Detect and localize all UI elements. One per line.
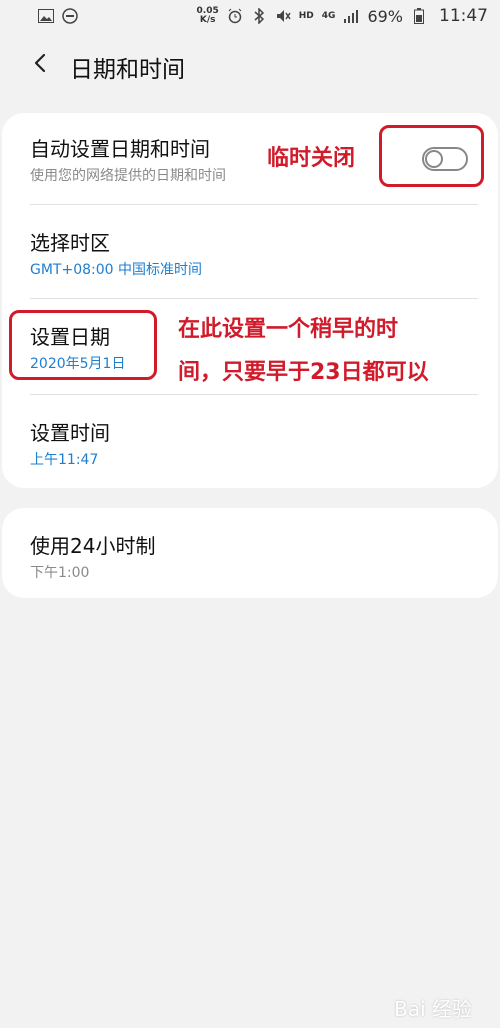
status-bar-right: 0.05 K/s HD 4G 69% 11:47 [197,6,488,26]
network-type: 4G [321,10,336,21]
auto-datetime-subtitle: 使用您的网络提供的日期和时间 [30,168,226,184]
date-annotation-line1: 在此设置一个稍早的时 [178,317,399,342]
date-annotation-line2: 间，只要早于23日都可以 [178,360,429,385]
toggle-annotation-box [379,125,484,187]
format-card: 使用24小时制 下午1:00 [2,508,498,598]
clock: 11:47 [439,6,488,26]
auto-datetime-title: 自动设置日期和时间 [30,137,210,161]
image-notification-icon [38,8,54,24]
format-24h-row[interactable]: 使用24小时制 下午1:00 [2,508,498,598]
format-24h-title: 使用24小时制 [30,534,156,558]
page-title: 日期和时间 [70,57,185,83]
set-time-title: 设置时间 [30,421,110,445]
date-annotation-box [9,310,157,380]
bluetooth-icon [251,8,267,24]
status-bar-left [38,8,78,24]
format-24h-value: 下午1:00 [30,565,90,581]
mute-icon [275,8,291,24]
timezone-value: GMT+08:00 中国标准时间 [30,262,203,278]
alarm-icon [227,8,243,24]
battery-percent: 69% [367,6,403,26]
toggle-annotation-text: 临时关闭 [267,146,356,171]
network-speed: 0.05 K/s [197,7,219,25]
battery-icon [411,8,427,24]
app-header: 日期和时间 [0,44,500,84]
status-bar: 0.05 K/s HD 4G 69% 11:47 [0,0,500,32]
timezone-row[interactable]: 选择时区 GMT+08:00 中国标准时间 [2,205,498,298]
signal-icon [343,8,359,24]
set-time-row[interactable]: 设置时间 上午11:47 [2,395,498,488]
set-time-value: 上午11:47 [30,452,99,468]
back-arrow-icon[interactable] [30,52,52,74]
hd-label: HD [298,10,314,21]
timezone-title: 选择时区 [30,231,110,255]
network-speed-unit: K/s [199,15,216,25]
baidu-watermark: Bai 经验 [394,997,472,1021]
dnd-icon [62,8,78,24]
